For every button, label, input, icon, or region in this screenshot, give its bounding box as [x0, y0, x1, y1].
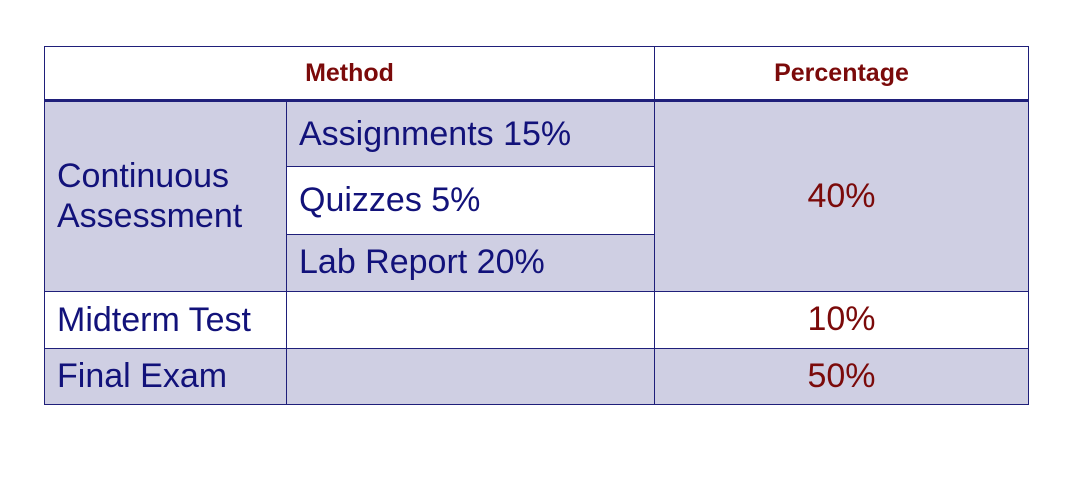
final-label: Final Exam	[44, 347, 287, 406]
method-header: Method	[44, 45, 655, 103]
midterm-component	[286, 290, 655, 349]
midterm-percentage: 10%	[654, 290, 1029, 349]
continuous-assessment-label: Continuous Assessment	[44, 100, 287, 292]
component-quizzes: Quizzes 5%	[286, 166, 655, 235]
midterm-label: Midterm Test	[44, 290, 287, 349]
table-row: Final Exam 50%	[44, 347, 1029, 406]
continuous-assessment-percentage: 40%	[654, 100, 1029, 292]
header-row: Method Percentage	[44, 45, 1029, 103]
component-lab-report: Lab Report 20%	[286, 233, 655, 292]
continuous-assessment-label-line1: Continuous	[57, 157, 230, 196]
final-component	[286, 347, 655, 406]
final-percentage: 50%	[654, 347, 1029, 406]
component-assignments: Assignments 15%	[286, 100, 655, 168]
percentage-header: Percentage	[654, 45, 1029, 103]
continuous-assessment-label-line2: Assessment	[57, 197, 243, 236]
table-row: Midterm Test 10%	[44, 290, 1029, 349]
table-row: Continuous Assessment Assignments 15% 40…	[44, 100, 1029, 292]
grading-table: Method Percentage Continuous Assessment …	[44, 45, 1029, 406]
